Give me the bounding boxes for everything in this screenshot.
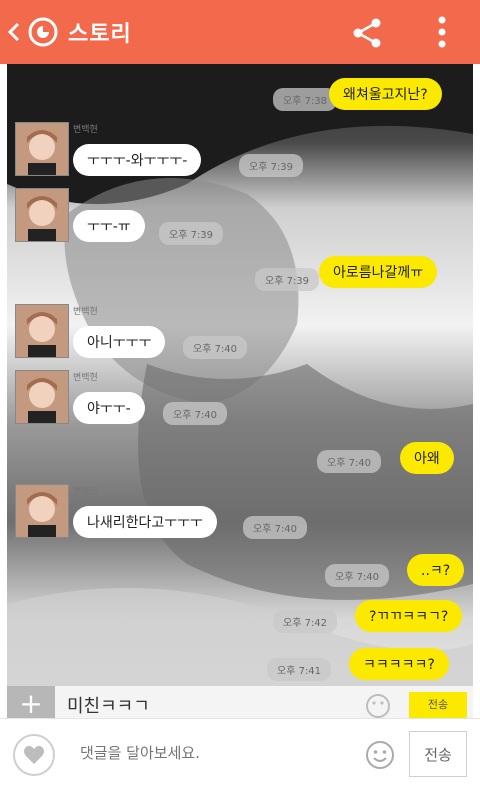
message-bubble-mine: ..ㅋ? [407, 554, 465, 586]
message-time: 오후 7:41 [267, 658, 332, 681]
message-bubble-friend: 야ㅜㅜ- [73, 392, 145, 424]
message-bubble-mine: 아왜 [400, 442, 454, 474]
friend-avatar[interactable] [15, 484, 69, 538]
kakaostory-logo-icon[interactable] [28, 17, 58, 47]
friend-avatar[interactable] [15, 370, 69, 424]
avatar-photo-icon [16, 123, 68, 175]
friend-avatar[interactable] [15, 122, 69, 176]
message-bubble-mine: 왜쳐울고지난? [329, 78, 442, 110]
chat-input-bar: + 미친ㅋㅋㄱ 전송 [7, 686, 473, 720]
sender-name: 변백현 [73, 125, 98, 135]
back-chevron-icon[interactable] [6, 20, 22, 44]
message-time: 오후 7:40 [183, 336, 248, 359]
share-icon[interactable] [350, 16, 384, 50]
avatar-photo-icon [16, 305, 68, 357]
message-time: 오후 7:39 [159, 222, 224, 245]
attach-plus-icon: + [7, 686, 55, 720]
comment-send-button[interactable]: 전송 [409, 731, 467, 777]
more-vertical-icon[interactable] [430, 14, 454, 50]
smiley-icon[interactable] [364, 739, 396, 771]
message-time: 오후 7:40 [163, 402, 228, 425]
avatar-photo-icon [16, 485, 68, 537]
message-bubble-mine: 아로름나갈께ㅠ [319, 256, 438, 288]
like-button[interactable] [13, 734, 55, 776]
message-bubble-mine: ?ㄲㄲㅋㅋㄱ? [355, 600, 463, 632]
message-bubble-friend: ㅜㅜㅜ-와ㅜㅜㅜ- [73, 144, 202, 176]
page-title: 스토리 [68, 22, 132, 47]
avatar-photo-icon [16, 371, 68, 423]
heart-icon [24, 745, 44, 764]
message-time: 오후 7:40 [243, 516, 308, 539]
message-time: 오후 7:40 [317, 450, 382, 473]
message-bubble-mine: ㅋㅋㅋㅋㅋ? [349, 648, 449, 680]
message-time: 오후 7:39 [239, 154, 304, 177]
message-bubble-friend: 나새리한다고ㅜㅜㅜ [73, 506, 217, 538]
chat-send-label: 전송 [409, 692, 467, 718]
sender-name: 변백현 [73, 307, 98, 317]
story-photo[interactable]: 오후 7:38 오후 7:39 오후 7:39 오후 7:39 오후 7:40 … [7, 64, 473, 718]
avatar-photo-icon [16, 189, 68, 241]
message-time: 오후 7:38 [273, 88, 338, 111]
chat-typed-text: 미친ㅋㅋㄱ [67, 696, 150, 717]
friend-avatar[interactable] [15, 188, 69, 242]
comment-input[interactable] [66, 735, 374, 771]
message-time: 오후 7:42 [273, 610, 338, 633]
emoticon-icon [366, 694, 390, 718]
message-time: 오후 7:40 [325, 564, 390, 587]
sender-name: 변백현 [73, 487, 98, 497]
message-bubble-friend: 아니ㅜㅜㅜ [73, 326, 166, 358]
comment-bar: 전송 [0, 718, 480, 789]
message-time: 오후 7:39 [255, 268, 320, 291]
top-app-bar: 스토리 [0, 0, 480, 64]
message-bubble-friend: ㅜㅜ-ㅠ [73, 210, 145, 242]
friend-avatar[interactable] [15, 304, 69, 358]
sender-name: 변백현 [73, 373, 98, 383]
